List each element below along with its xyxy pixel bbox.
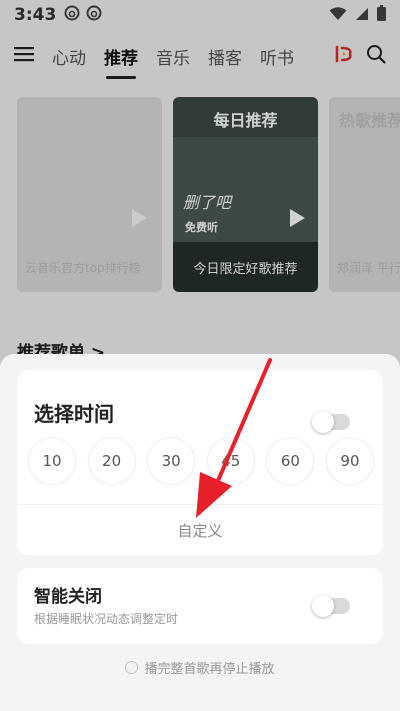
time-panel: 选择时间 10 20 30 45 60 90 自定义 (17, 370, 383, 555)
time-option-20[interactable]: 20 (88, 438, 135, 484)
time-option-30[interactable]: 30 (148, 438, 195, 484)
smart-close-title: 智能关闭 (34, 587, 102, 607)
custom-time-button[interactable]: 自定义 (17, 520, 383, 541)
radio-icon[interactable] (125, 661, 139, 674)
smart-close-toggle[interactable] (312, 595, 350, 617)
timer-toggle[interactable] (312, 411, 350, 433)
smart-close-subtitle: 根据睡眠状况动态调整定时 (34, 612, 179, 626)
divider (17, 504, 383, 505)
smart-close-panel: 智能关闭 根据睡眠状况动态调整定时 (17, 568, 383, 644)
time-option-90[interactable]: 90 (326, 438, 373, 484)
finish-song-label: 播完整首歌再停止播放 (144, 662, 275, 677)
time-option-60[interactable]: 60 (267, 438, 314, 484)
time-option-45[interactable]: 45 (207, 438, 254, 484)
toggle-knob (312, 595, 334, 617)
time-options: 10 20 30 45 60 90 (29, 438, 373, 484)
finish-song-option[interactable]: 播完整首歌再停止播放 (0, 658, 400, 677)
time-option-10[interactable]: 10 (29, 438, 75, 484)
sleep-timer-sheet: 选择时间 10 20 30 45 60 90 自定义 智能关闭 根据睡眠状况动态… (0, 354, 400, 711)
toggle-knob (312, 411, 334, 433)
time-panel-title: 选择时间 (34, 402, 114, 426)
